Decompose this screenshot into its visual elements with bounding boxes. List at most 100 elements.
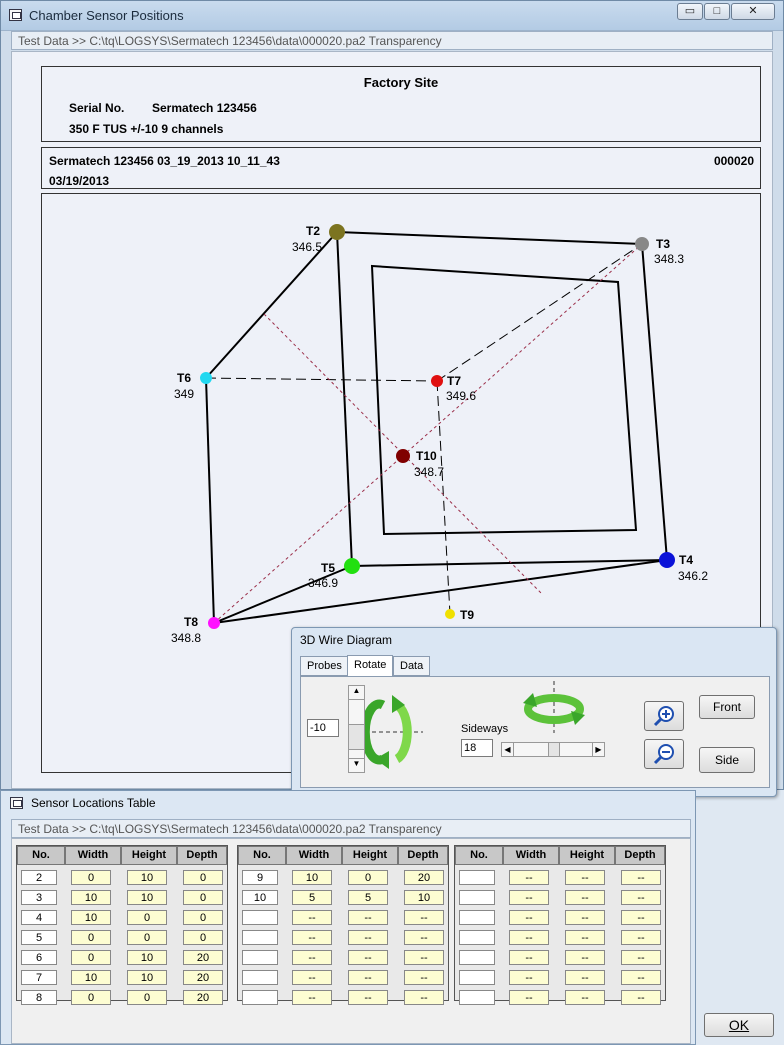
height-cell[interactable]: 10 [127, 870, 167, 885]
slider-right-arrow-icon[interactable]: ▶ [592, 743, 604, 756]
sensor-number-cell[interactable] [242, 970, 278, 985]
height-cell[interactable]: -- [565, 930, 605, 945]
depth-cell[interactable]: 0 [183, 910, 223, 925]
slider-thumb[interactable] [349, 724, 364, 750]
width-cell[interactable]: 10 [292, 870, 332, 885]
width-cell[interactable]: 10 [71, 910, 111, 925]
width-cell[interactable]: -- [292, 990, 332, 1005]
depth-cell[interactable]: 20 [183, 970, 223, 985]
sensor-t6-marker[interactable] [200, 372, 212, 384]
width-cell[interactable]: -- [509, 910, 549, 925]
sensor-number-cell[interactable] [242, 910, 278, 925]
depth-cell[interactable]: -- [621, 990, 661, 1005]
sensor-number-cell[interactable] [459, 870, 495, 885]
width-cell[interactable]: -- [509, 970, 549, 985]
sensor-t2-marker[interactable] [329, 224, 345, 240]
sensor-number-cell[interactable]: 2 [21, 870, 57, 885]
sensor-t9-marker[interactable] [445, 609, 455, 619]
depth-cell[interactable]: -- [404, 930, 444, 945]
width-cell[interactable]: 0 [71, 990, 111, 1005]
height-cell[interactable]: -- [565, 890, 605, 905]
sensor-number-cell[interactable] [242, 950, 278, 965]
sensor-number-cell[interactable]: 7 [21, 970, 57, 985]
width-cell[interactable]: -- [509, 950, 549, 965]
sensor-t10-marker[interactable] [396, 449, 410, 463]
height-cell[interactable]: 0 [348, 870, 388, 885]
height-cell[interactable]: -- [565, 970, 605, 985]
depth-cell[interactable]: -- [404, 910, 444, 925]
title-bar[interactable]: Chamber Sensor Positions ▭ □ ✕ [1, 1, 783, 31]
width-cell[interactable]: -- [292, 910, 332, 925]
width-cell[interactable]: 0 [71, 950, 111, 965]
depth-cell[interactable]: 10 [404, 890, 444, 905]
depth-cell[interactable]: -- [621, 950, 661, 965]
vertical-rotate-input[interactable]: -10 [307, 719, 339, 737]
width-cell[interactable]: 5 [292, 890, 332, 905]
sensor-number-cell[interactable] [459, 970, 495, 985]
depth-cell[interactable]: -- [621, 910, 661, 925]
width-cell[interactable]: 0 [71, 870, 111, 885]
tab-rotate[interactable]: Rotate [347, 655, 394, 677]
sensor-t7-marker[interactable] [431, 375, 443, 387]
depth-cell[interactable]: 20 [183, 950, 223, 965]
width-cell[interactable]: 10 [71, 970, 111, 985]
width-cell[interactable]: -- [509, 890, 549, 905]
sensor-t4-marker[interactable] [659, 552, 675, 568]
height-cell[interactable]: 0 [127, 930, 167, 945]
depth-cell[interactable]: 0 [183, 890, 223, 905]
sideways-slider[interactable]: ◀ ▶ [501, 742, 605, 757]
sensor-number-cell[interactable]: 9 [242, 870, 278, 885]
depth-cell[interactable]: -- [404, 950, 444, 965]
slider-down-arrow-icon[interactable]: ▼ [349, 758, 364, 772]
height-cell[interactable]: 10 [127, 950, 167, 965]
height-cell[interactable]: 10 [127, 890, 167, 905]
sensor-number-cell[interactable] [459, 990, 495, 1005]
depth-cell[interactable]: -- [621, 870, 661, 885]
width-cell[interactable]: -- [292, 950, 332, 965]
close-button[interactable]: ✕ [731, 3, 775, 20]
sensor-number-cell[interactable]: 8 [21, 990, 57, 1005]
width-cell[interactable]: -- [509, 930, 549, 945]
width-cell[interactable]: -- [509, 990, 549, 1005]
height-cell[interactable]: -- [348, 930, 388, 945]
height-cell[interactable]: -- [565, 870, 605, 885]
tab-data[interactable]: Data [393, 656, 431, 676]
height-cell[interactable]: 0 [127, 910, 167, 925]
maximize-button[interactable]: □ [704, 3, 730, 20]
height-cell[interactable]: 5 [348, 890, 388, 905]
depth-cell[interactable]: -- [404, 990, 444, 1005]
depth-cell[interactable]: -- [621, 970, 661, 985]
width-cell[interactable]: -- [292, 930, 332, 945]
width-cell[interactable]: 0 [71, 930, 111, 945]
side-button[interactable]: Side [699, 747, 755, 773]
zoom-in-button[interactable] [644, 701, 684, 731]
height-cell[interactable]: 10 [127, 970, 167, 985]
height-cell[interactable]: -- [565, 950, 605, 965]
depth-cell[interactable]: 20 [404, 870, 444, 885]
height-cell[interactable]: -- [348, 910, 388, 925]
sensor-t8-marker[interactable] [208, 617, 220, 629]
height-cell[interactable]: -- [348, 970, 388, 985]
front-button[interactable]: Front [699, 695, 755, 719]
width-cell[interactable]: -- [292, 970, 332, 985]
sensor-number-cell[interactable] [459, 930, 495, 945]
sensor-number-cell[interactable] [459, 950, 495, 965]
vertical-rotate-slider[interactable]: ▲ ▼ [348, 685, 365, 773]
height-cell[interactable]: -- [565, 910, 605, 925]
sensor-number-cell[interactable]: 5 [21, 930, 57, 945]
minimize-button[interactable]: ▭ [677, 3, 703, 20]
depth-cell[interactable]: 0 [183, 870, 223, 885]
sensor-number-cell[interactable] [242, 930, 278, 945]
width-cell[interactable]: -- [509, 870, 549, 885]
sensor-number-cell[interactable]: 4 [21, 910, 57, 925]
slider-left-arrow-icon[interactable]: ◀ [502, 743, 514, 756]
depth-cell[interactable]: 0 [183, 930, 223, 945]
sensor-number-cell[interactable] [459, 910, 495, 925]
sensor-number-cell[interactable]: 6 [21, 950, 57, 965]
slider-up-arrow-icon[interactable]: ▲ [349, 686, 364, 700]
zoom-out-button[interactable] [644, 739, 684, 769]
height-cell[interactable]: 0 [127, 990, 167, 1005]
height-cell[interactable]: -- [348, 950, 388, 965]
sideways-slider-thumb[interactable] [548, 743, 560, 756]
sideways-input[interactable]: 18 [461, 739, 493, 757]
